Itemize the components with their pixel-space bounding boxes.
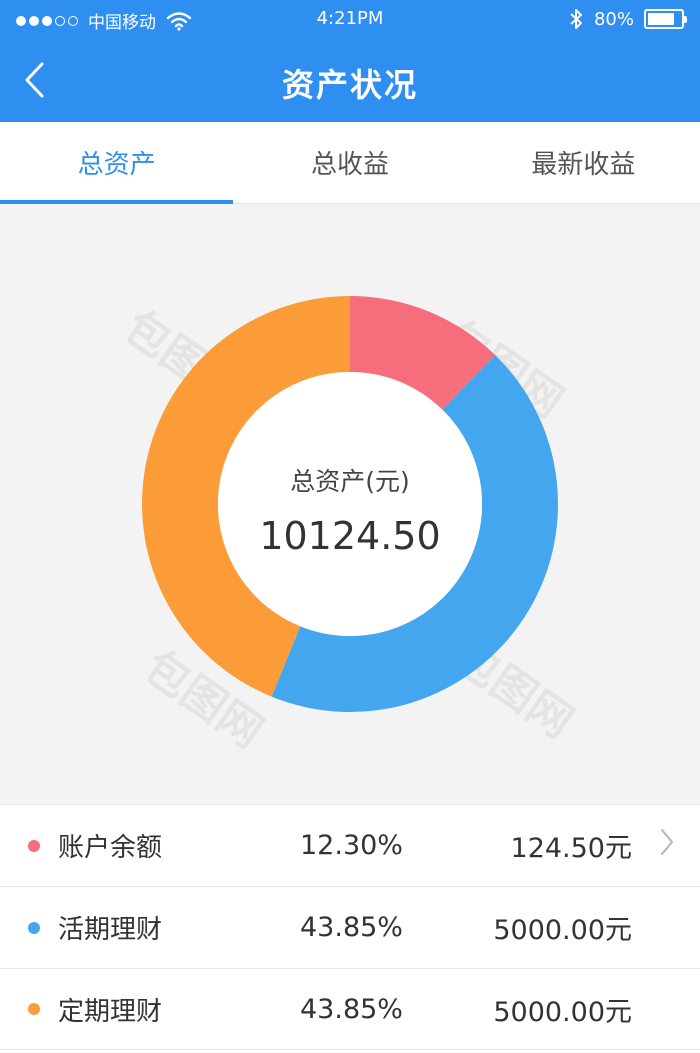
- asset-list: 账户余额 12.30% 124.50元 活期理财 43.85% 5000.00元…: [0, 804, 700, 1053]
- battery-percent: 80%: [593, 8, 634, 30]
- list-item[interactable]: 账户余额 12.30% 124.50元: [0, 804, 700, 886]
- bluetooth-icon: [570, 9, 582, 29]
- tab-bar: 总资产 总收益 最新收益: [0, 122, 700, 204]
- chart-area: 包图网 包图网 包图网 包图网 包图网 总资产(元) 10124.50: [0, 204, 700, 804]
- legend-dot: [28, 921, 40, 934]
- item-percent: 12.30%: [300, 830, 403, 861]
- item-name: 定期理财: [58, 996, 163, 1027]
- item-amount: 124.50元: [510, 833, 632, 864]
- chevron-right-icon[interactable]: [660, 828, 674, 863]
- chart-center-value: 10124.50: [259, 514, 441, 558]
- item-percent: 43.85%: [300, 912, 403, 943]
- tab-total-earnings[interactable]: 总收益: [233, 122, 466, 203]
- legend-dot: [28, 1003, 40, 1015]
- item-name: 账户余额: [58, 833, 163, 863]
- status-bar: 中国移动 4:21PM 80%: [0, 0, 700, 42]
- donut-chart: [142, 296, 559, 712]
- nav-bar: 资产状况: [0, 42, 700, 122]
- legend-dot: [28, 839, 40, 852]
- item-percent: 43.85%: [300, 993, 403, 1025]
- header: 中国移动 4:21PM 80% 资产状况: [0, 0, 700, 122]
- status-right: 80%: [568, 8, 687, 30]
- tab-latest-earnings[interactable]: 最新收益: [467, 122, 700, 203]
- list-item[interactable]: 定期理财 43.85% 5000.00元: [0, 968, 700, 1050]
- item-name: 活期理财: [58, 915, 163, 945]
- list-item[interactable]: 活期理财 43.85% 5000.00元: [0, 886, 700, 968]
- page-title: 资产状况: [281, 66, 418, 104]
- battery-level: [648, 13, 674, 25]
- chart-center-label: 总资产(元): [290, 467, 410, 496]
- item-amount: 5000.00元: [493, 915, 632, 946]
- battery-icon: [644, 9, 687, 29]
- donut-hole: [218, 372, 482, 636]
- item-amount: 5000.00元: [493, 996, 632, 1028]
- tab-total-assets[interactable]: 总资产: [0, 122, 234, 204]
